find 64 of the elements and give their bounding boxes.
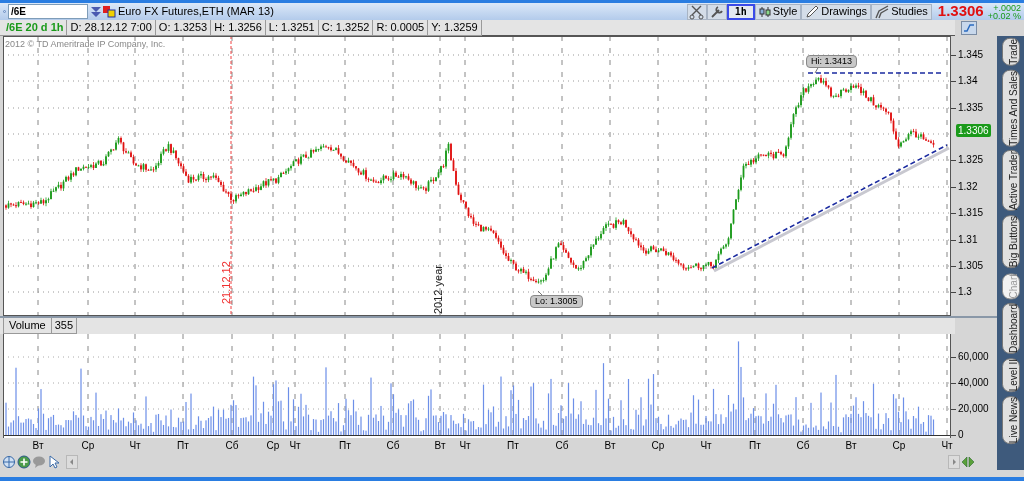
side-tab[interactable]: Trade [1001,38,1020,66]
time-axis-label: Чт [459,440,471,452]
price-axis-label: 1.32 [958,181,978,193]
time-axis-label: Пт [749,440,761,452]
time-axis-label: Пт [339,440,351,452]
time-axis-label: Ср [651,440,665,452]
time-axis-label: Чт [700,440,712,452]
time-axis-label: Вт [434,440,446,452]
low-callout: Lo: 1.3005 [530,295,583,308]
time-axis-label: Вт [604,440,616,452]
time-axis-label: Чт [289,440,301,452]
toolbar-button[interactable]: 1h [726,3,755,20]
time-axis-label: Пт [507,440,519,452]
current-price-badge: 1.3306 [956,124,991,137]
time-axis-label: Сб [225,440,239,452]
quote-field: C: 1.3252 [318,20,374,36]
time-axis-label: Вт [845,440,857,452]
price-change: +.0002 [992,3,1021,12]
quote-field: L: 1.3251 [265,20,319,36]
quote-field: O: 1.3253 [155,20,212,36]
volume-axis-label: 20,000 [958,403,989,415]
toolbar-button[interactable]: Studies [871,3,932,20]
last-price: 1.3306 [937,1,984,22]
time-axis-label: Ср [892,440,906,452]
volume-axis-label: 60,000 [958,351,989,363]
price-axis-label: 1.345 [958,49,984,61]
time-axis-label: Пт [177,440,189,452]
toolbar-button[interactable]: Drawings [801,3,872,20]
price-axis-label: 1.31 [958,234,978,246]
volume-axis-label: 40,000 [958,377,989,389]
side-tab[interactable]: Big Buttons [1001,215,1020,269]
vertical-date-label: 2012 year [431,265,445,314]
quote-field: H: 1.3256 [211,20,266,36]
time-axis-label: Сб [386,440,400,452]
vertical-date-label: 21.12.12 [219,261,233,304]
copyright-text: 2012 © TD Ameritrade IP Company, Inc. [5,38,166,51]
time-axis-label: Ср [266,440,280,452]
time-axis-label: Чт [941,440,953,452]
price-axis-label: 1.325 [958,154,984,166]
side-tab[interactable]: Dashboard [1001,302,1020,354]
percent-change: +0.02 % [987,11,1021,20]
time-axis-label: Сб [796,440,810,452]
side-tab[interactable]: Level II [1001,357,1020,393]
quote-field: D: 28.12.12 7:00 [67,20,156,36]
side-tab[interactable]: Live News [1001,396,1020,445]
toolbar-button[interactable]: Style [754,3,802,20]
price-axis-label: 1.335 [958,102,984,114]
high-callout: Hi: 1.3413 [806,55,858,68]
price-axis-label: 1.3 [958,286,972,298]
quote-field: Y: 1.3259 [428,20,482,36]
price-axis-label: 1.315 [958,207,984,219]
price-axis-label: 1.305 [958,260,984,272]
time-axis-label: Чт [129,440,141,452]
volume-axis-label: 0 [958,429,964,441]
instrument-title: Euro FX Futures,ETH (MAR 13) [118,4,274,20]
price-axis-label: 1.34 [958,75,978,87]
time-axis-label: Вт [32,440,44,452]
side-tab[interactable]: Times And Sales [1001,69,1020,147]
chart-title: /6E 20 d 1h [0,20,68,36]
time-axis-label: Ср [81,440,95,452]
side-tab[interactable]: Active Trader [1001,150,1020,212]
quote-field: R: 0.0005 [373,20,429,36]
time-axis-label: Сб [555,440,569,452]
symbol-field[interactable]: /6E [8,4,88,19]
